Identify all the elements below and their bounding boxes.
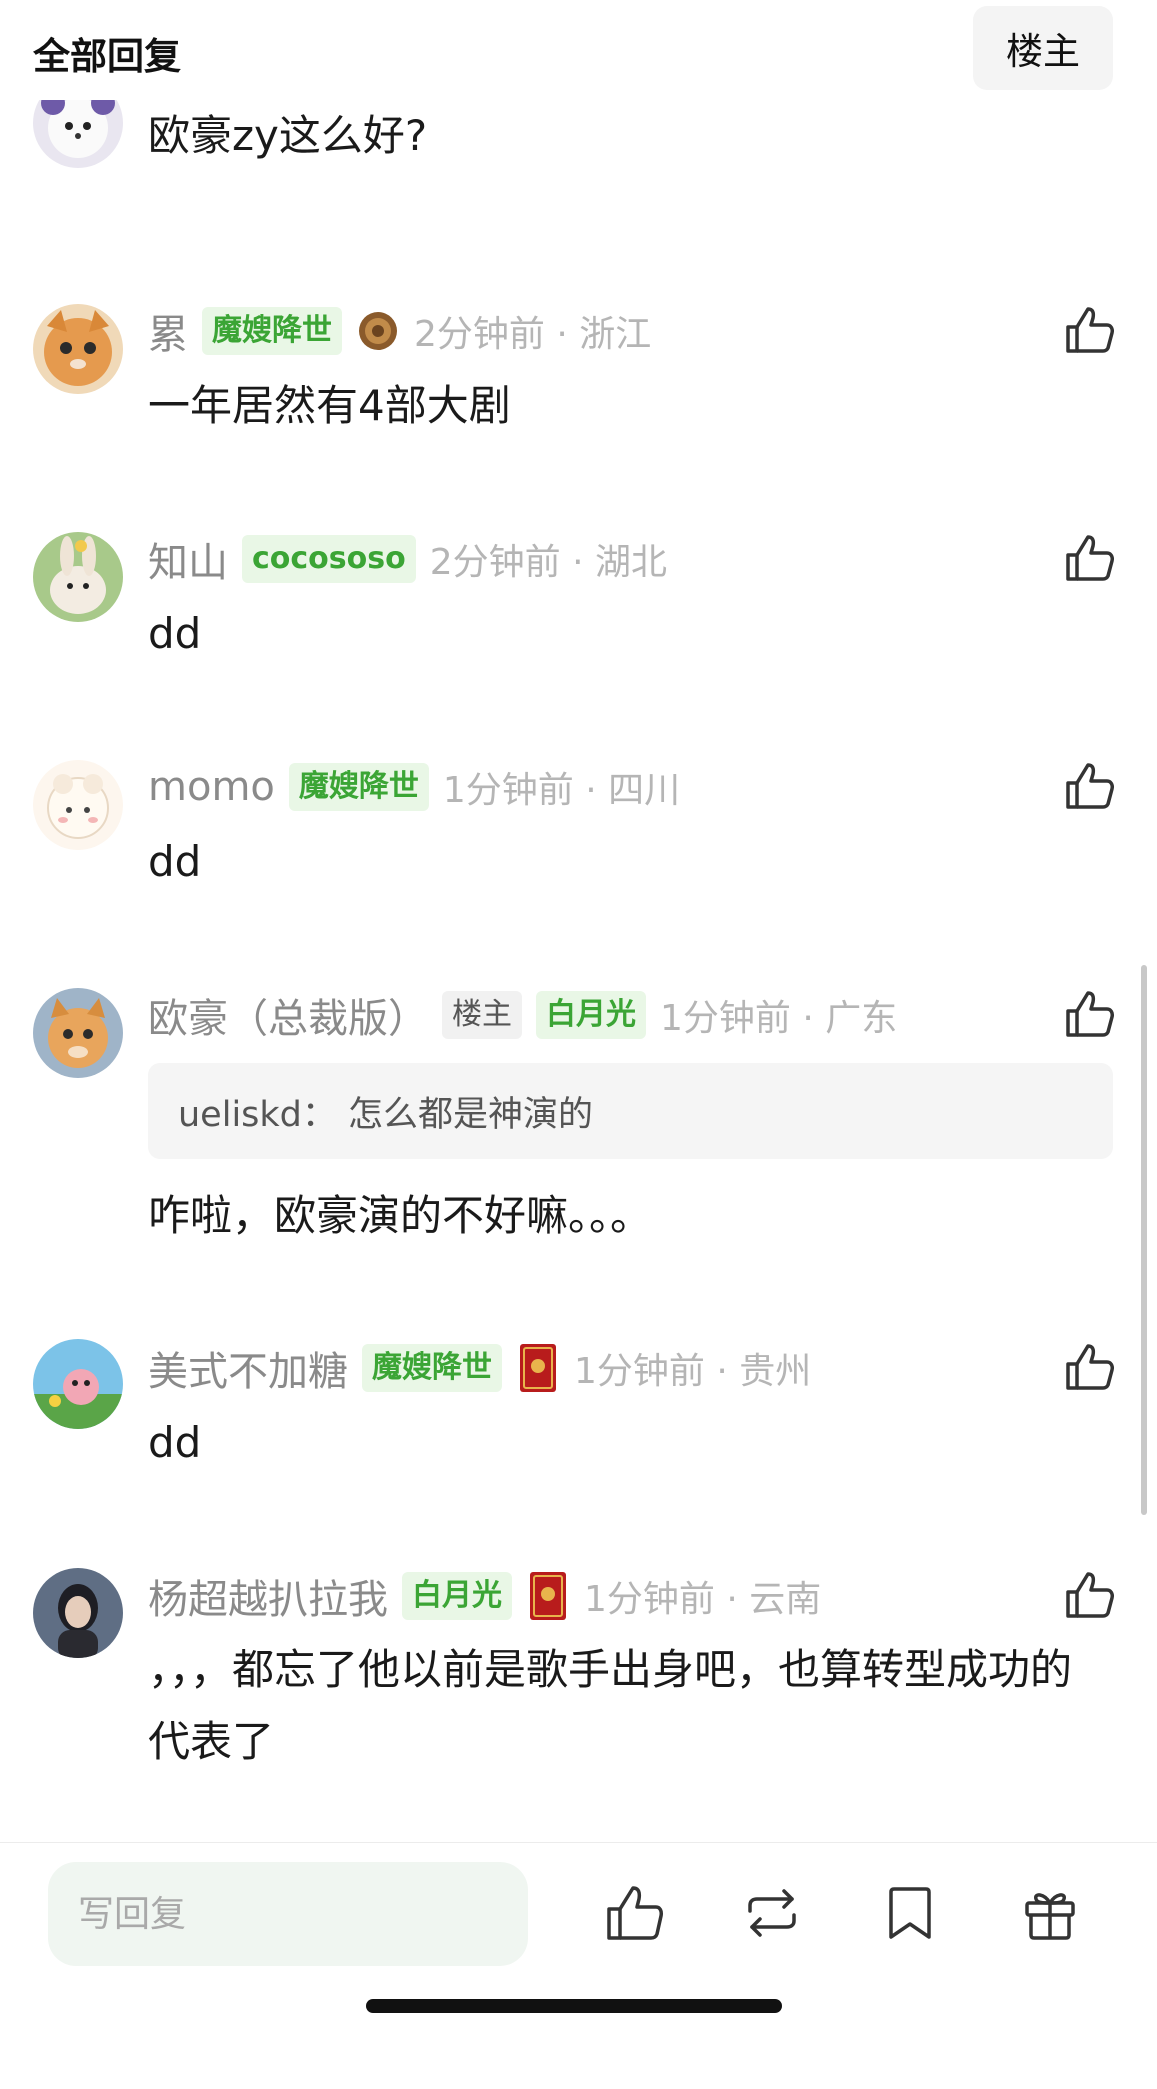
sheep-avatar-icon bbox=[33, 760, 123, 850]
fan-badge[interactable]: 白月光 bbox=[536, 991, 646, 1039]
quoted-reply[interactable]: ueliskd： 怎么都是神演的 bbox=[148, 1063, 1113, 1159]
username[interactable]: 知山 bbox=[148, 530, 228, 588]
like-icon[interactable] bbox=[1062, 531, 1116, 585]
orange-kitten-avatar-icon bbox=[33, 988, 123, 1078]
username[interactable]: momo bbox=[148, 764, 275, 810]
fan-badge[interactable]: 魔嫂降世 bbox=[288, 763, 429, 811]
fan-badge[interactable]: cocososo bbox=[242, 535, 416, 583]
comment-content: dd bbox=[148, 837, 202, 886]
avatar[interactable] bbox=[33, 1339, 123, 1429]
op-badge: 楼主 bbox=[442, 991, 522, 1039]
comment-content: dd bbox=[148, 1418, 202, 1467]
gift-icon[interactable] bbox=[1018, 1881, 1082, 1945]
home-indicator bbox=[366, 1999, 782, 2013]
bronze-medal-icon[interactable] bbox=[356, 305, 400, 357]
avatar[interactable] bbox=[33, 532, 123, 622]
like-icon[interactable] bbox=[1062, 303, 1116, 357]
repost-icon[interactable] bbox=[740, 1881, 804, 1945]
page-title: 全部回复 bbox=[33, 35, 181, 78]
comment-content: 欧豪zy这么好? bbox=[148, 111, 428, 160]
avatar[interactable] bbox=[33, 1568, 123, 1658]
comment-meta: 知山 cocososo 2分钟前 · 湖北 bbox=[148, 531, 667, 587]
like-icon[interactable] bbox=[1062, 1568, 1116, 1622]
avatar[interactable] bbox=[33, 304, 123, 394]
cartoon-scene-avatar-icon bbox=[33, 1339, 123, 1429]
like-icon[interactable] bbox=[602, 1881, 666, 1945]
scrollbar[interactable] bbox=[1141, 965, 1147, 1515]
like-icon[interactable] bbox=[1062, 987, 1116, 1041]
username[interactable]: 美式不加糖 bbox=[148, 1339, 348, 1397]
like-icon[interactable] bbox=[1062, 759, 1116, 813]
comment-meta: momo 魔嫂降世 1分钟前 · 四川 bbox=[148, 759, 680, 815]
top-header: 全部回复 楼主 bbox=[0, 0, 1157, 100]
comment-meta: 美式不加糖 魔嫂降世 1分钟前 · 贵州 bbox=[148, 1340, 811, 1396]
like-icon[interactable] bbox=[1062, 1340, 1116, 1394]
filter-op-button[interactable]: 楼主 bbox=[973, 6, 1113, 90]
red-book-icon[interactable] bbox=[526, 1570, 570, 1622]
rabbit-avatar-icon bbox=[33, 532, 123, 622]
timestamp-location: 1分钟前 · 四川 bbox=[442, 770, 681, 811]
comment-content: dd bbox=[148, 609, 202, 658]
comment-content: 咋啦，欧豪演的不好嘛。。。 bbox=[148, 1191, 653, 1240]
timestamp-location: 1分钟前 · 贵州 bbox=[574, 1351, 812, 1392]
bookmark-icon[interactable] bbox=[878, 1881, 942, 1945]
username[interactable]: 欧豪（总裁版） bbox=[148, 986, 428, 1044]
red-book-icon[interactable] bbox=[516, 1342, 560, 1394]
username[interactable]: 累 bbox=[148, 302, 188, 360]
timestamp-location: 1分钟前 · 广东 bbox=[660, 998, 898, 1039]
comment-content: ，，，都忘了他以前是歌手出身吧，也算转型成功的代表了 bbox=[148, 1645, 1073, 1766]
username[interactable]: 杨超越扒拉我 bbox=[148, 1567, 388, 1625]
girl-portrait-avatar-icon bbox=[33, 1568, 123, 1658]
timestamp-location: 2分钟前 · 湖北 bbox=[429, 542, 667, 583]
timestamp-location: 2分钟前 · 浙江 bbox=[414, 314, 652, 355]
avatar[interactable] bbox=[33, 760, 123, 850]
fan-badge[interactable]: 白月光 bbox=[402, 1572, 512, 1620]
timestamp-location: 1分钟前 · 云南 bbox=[584, 1579, 822, 1620]
comment-meta: 累 魔嫂降世 2分钟前 · 浙江 bbox=[148, 303, 651, 359]
avatar[interactable] bbox=[33, 988, 123, 1078]
fan-badge[interactable]: 魔嫂降世 bbox=[362, 1344, 502, 1392]
orange-cat-avatar-icon bbox=[33, 304, 123, 394]
comment-content: 一年居然有4部大剧 bbox=[148, 381, 511, 430]
comment-meta: 欧豪（总裁版） 楼主 白月光 1分钟前 · 广东 bbox=[148, 987, 897, 1043]
comment-meta: 杨超越扒拉我 白月光 1分钟前 · 云南 bbox=[148, 1568, 821, 1624]
reply-input[interactable] bbox=[48, 1862, 528, 1966]
fan-badge[interactable]: 魔嫂降世 bbox=[202, 307, 342, 355]
bottom-action-bar bbox=[0, 1842, 1157, 2089]
